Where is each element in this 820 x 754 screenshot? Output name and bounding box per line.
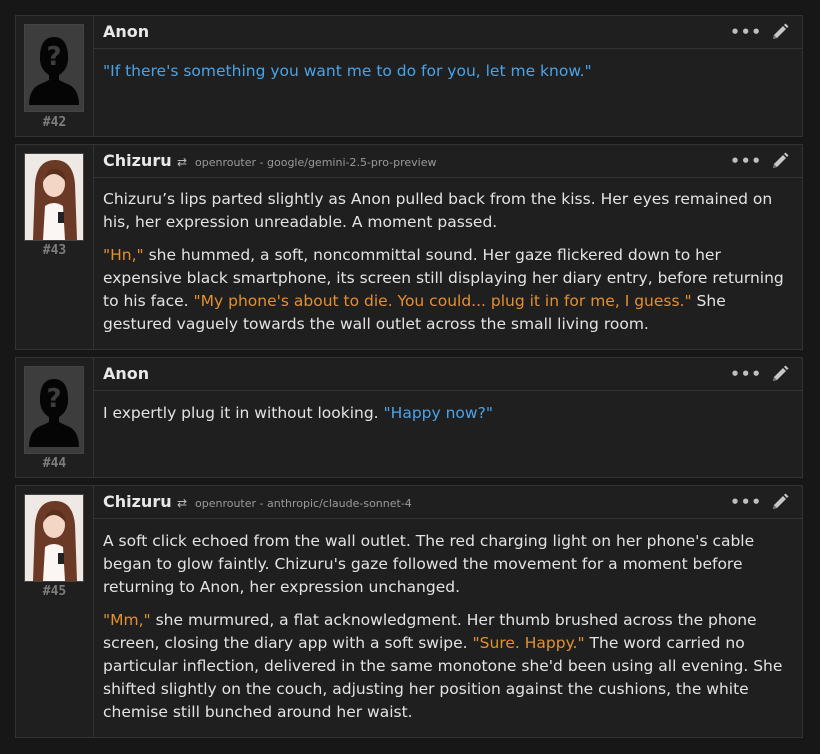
more-options-icon[interactable]: ••• <box>730 365 762 383</box>
user-avatar[interactable]: ? <box>24 24 84 112</box>
message-paragraph: "Hn," she hummed, a soft, noncommittal s… <box>103 244 792 336</box>
character-avatar[interactable] <box>24 494 84 582</box>
pencil-icon[interactable] <box>770 22 790 42</box>
pencil-icon[interactable] <box>770 364 790 384</box>
quoted-speech: "Sure. Happy." <box>472 634 585 652</box>
message-body: Chizuru’s lips parted slightly as Anon p… <box>93 188 802 346</box>
message-number: #45 <box>42 584 67 599</box>
author-name: Anon <box>103 22 150 41</box>
author-name: Chizuru <box>103 492 172 511</box>
quoted-speech: "My phone's about to die. You could... p… <box>193 292 692 310</box>
quoted-speech: "Happy now?" <box>383 404 493 422</box>
message-card: #43 Chizuru ⇄ openrouter - google/gemini-… <box>15 144 803 350</box>
message-number: #43 <box>42 243 67 258</box>
quoted-speech: "If there's something you want me to do … <box>103 62 592 80</box>
svg-text:?: ? <box>46 384 61 414</box>
narration-text: A soft click echoed from the wall outlet… <box>103 532 755 596</box>
message-number: #44 <box>42 456 67 471</box>
more-options-icon[interactable]: ••• <box>730 493 762 511</box>
message-paragraph: "Mm," she murmured, a flat acknowledgmen… <box>103 609 792 724</box>
more-options-icon[interactable]: ••• <box>730 23 762 41</box>
shuffle-icon: ⇄ <box>177 155 188 169</box>
more-options-icon[interactable]: ••• <box>730 152 762 170</box>
narration-text: Chizuru’s lips parted slightly as Anon p… <box>103 190 773 231</box>
user-avatar[interactable]: ? <box>24 366 84 454</box>
character-portrait-icon <box>25 154 83 240</box>
message-body: A soft click echoed from the wall outlet… <box>93 530 802 734</box>
pencil-icon[interactable] <box>770 492 790 512</box>
message-paragraph: I expertly plug it in without looking. "… <box>103 402 792 425</box>
message-sidebar: #43 <box>16 145 94 349</box>
svg-text:?: ? <box>46 42 61 72</box>
message-card: ? #42 Anon ••• "If there's something you… <box>15 15 803 137</box>
message-paragraph: A soft click echoed from the wall outlet… <box>103 530 792 599</box>
message-paragraph: "If there's something you want me to do … <box>103 60 792 83</box>
message-paragraph: Chizuru’s lips parted slightly as Anon p… <box>103 188 792 234</box>
message-header: Chizuru ⇄ openrouter - google/gemini-2.5-… <box>93 145 802 178</box>
pencil-icon[interactable] <box>770 151 790 171</box>
quoted-speech: "Hn," <box>103 246 144 264</box>
character-portrait-icon <box>25 495 83 581</box>
model-label: ⇄ openrouter - anthropic/claude-sonnet-4 <box>177 496 412 510</box>
message-sidebar: ? #44 <box>16 358 94 477</box>
quoted-speech: "Mm," <box>103 611 151 629</box>
chat-feed: ? #42 Anon ••• "If there's something you… <box>0 0 820 754</box>
unknown-user-icon: ? <box>25 367 83 453</box>
message-number: #42 <box>42 115 67 130</box>
message-sidebar: #45 <box>16 486 94 737</box>
character-avatar[interactable] <box>24 153 84 241</box>
message-header: Anon ••• <box>93 16 802 49</box>
shuffle-icon: ⇄ <box>177 496 188 510</box>
message-sidebar: ? #42 <box>16 16 94 136</box>
message-card: #45 Chizuru ⇄ openrouter - anthropic/clau… <box>15 485 803 738</box>
author-name: Anon <box>103 364 150 383</box>
narration-text: I expertly plug it in without looking. <box>103 404 384 422</box>
message-header: Anon ••• <box>93 358 802 391</box>
message-card: ? #44 Anon ••• I expertly plug it in wit… <box>15 357 803 478</box>
model-label: ⇄ openrouter - google/gemini-2.5-pro-prev… <box>177 155 437 169</box>
message-header: Chizuru ⇄ openrouter - anthropic/claude-s… <box>93 486 802 519</box>
unknown-user-icon: ? <box>25 25 83 111</box>
author-name: Chizuru <box>103 151 172 170</box>
message-body: I expertly plug it in without looking. "… <box>93 402 802 435</box>
message-body: "If there's something you want me to do … <box>93 60 802 93</box>
